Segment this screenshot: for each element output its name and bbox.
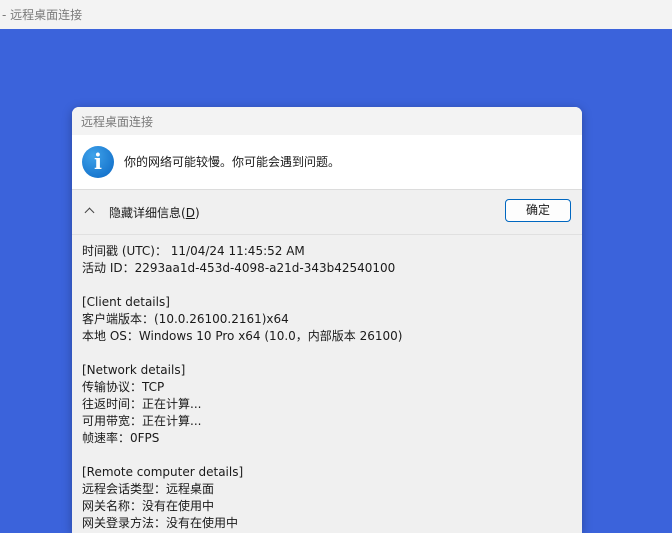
window-title: - 远程桌面连接 bbox=[2, 8, 83, 22]
network-details-header: [Network details] bbox=[82, 363, 186, 377]
round-trip-time-line: 往返时间：正在计算... bbox=[82, 397, 202, 411]
frame-rate-line: 帧速率：0FPS bbox=[82, 431, 160, 445]
hide-details-toggle[interactable]: 隐藏详细信息(D) bbox=[84, 203, 200, 221]
session-type-line: 远程会话类型：远程桌面 bbox=[82, 482, 215, 496]
window-titlebar: - 远程桌面连接 bbox=[0, 0, 672, 29]
chevron-up-icon bbox=[84, 206, 96, 218]
hide-details-label: 隐藏详细信息(D) bbox=[109, 205, 200, 220]
remote-details-header: [Remote computer details] bbox=[82, 465, 244, 479]
details-panel: 时间戳 (UTC)： 11/04/24 11:45:52 AM 活动 ID：22… bbox=[82, 243, 572, 532]
timestamp-line: 时间戳 (UTC)： 11/04/24 11:45:52 AM bbox=[82, 244, 305, 258]
ok-button[interactable]: 确定 bbox=[505, 199, 571, 222]
transport-protocol-line: 传输协议：TCP bbox=[82, 380, 165, 394]
client-details-header: [Client details] bbox=[82, 295, 170, 309]
local-os-line: 本地 OS：Windows 10 Pro x64 (10.0，内部版本 2610… bbox=[82, 329, 403, 343]
dialog-title: 远程桌面连接 bbox=[81, 115, 154, 129]
gateway-login-line: 网关登录方法：没有在使用中 bbox=[82, 516, 239, 530]
gateway-name-line: 网关名称：没有在使用中 bbox=[82, 499, 215, 513]
available-bandwidth-line: 可用带宽：正在计算... bbox=[82, 414, 202, 428]
message-panel: i 你的网络可能较慢。你可能会遇到问题。 bbox=[72, 135, 582, 189]
activity-id-line: 活动 ID：2293aa1d-453d-4098-a21d-343b425401… bbox=[82, 261, 396, 275]
rdp-warning-dialog: 远程桌面连接 i 你的网络可能较慢。你可能会遇到问题。 隐藏详细信息(D) 确定… bbox=[72, 107, 582, 533]
warning-message: 你的网络可能较慢。你可能会遇到问题。 bbox=[124, 155, 341, 169]
dialog-titlebar: 远程桌面连接 bbox=[72, 107, 582, 135]
dialog-controls: 隐藏详细信息(D) 确定 bbox=[72, 190, 582, 234]
info-icon: i bbox=[82, 146, 114, 178]
divider bbox=[72, 234, 582, 235]
client-version-line: 客户端版本：(10.0.26100.2161)x64 bbox=[82, 312, 289, 326]
